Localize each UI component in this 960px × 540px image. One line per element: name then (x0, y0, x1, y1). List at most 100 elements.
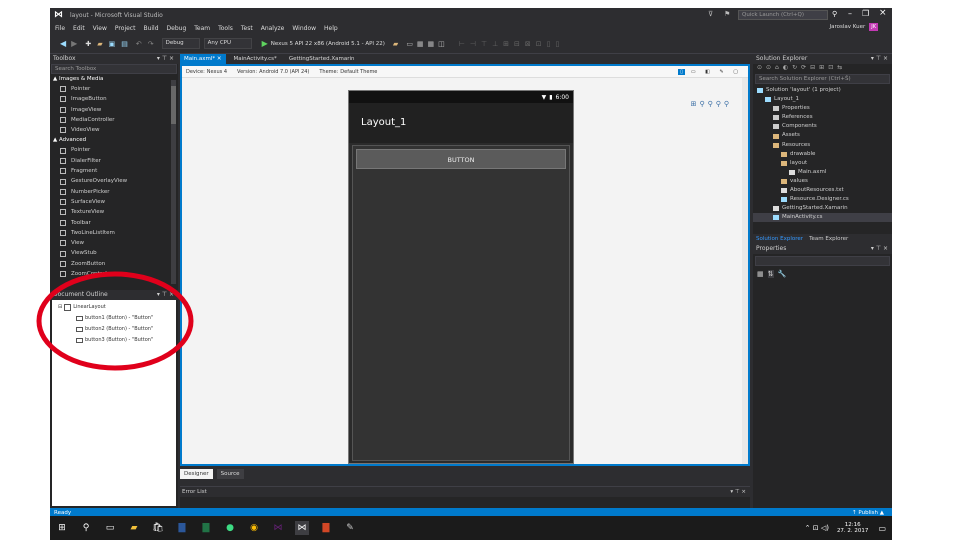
properties-dropdown[interactable] (755, 256, 890, 266)
designer-vscroll[interactable] (742, 78, 748, 464)
se-item[interactable]: values (753, 177, 892, 186)
se-toolbar[interactable]: ⊙⊙⌂◐↻⟳⊟⊞⊡⇆ (753, 64, 892, 74)
toolbox-category[interactable]: ▲ Advanced (50, 135, 178, 145)
filter-icon[interactable]: ⊽ (708, 10, 713, 18)
toolbox-item[interactable]: ImageView (50, 105, 178, 115)
toolbox-item[interactable]: ImageButton (50, 94, 178, 104)
powerpoint-icon[interactable]: ▇ (319, 521, 333, 535)
menu-analyze[interactable]: Analyze (261, 25, 285, 32)
close-button[interactable]: × (879, 8, 887, 18)
save-icon[interactable]: ▣ (109, 40, 116, 48)
designer-tab-designer[interactable]: Designer (180, 468, 213, 479)
undo-icon[interactable]: ↶ (136, 40, 142, 48)
categorized-icon[interactable]: ▦ (757, 270, 764, 278)
se-item[interactable]: References (753, 113, 892, 122)
editor-tab[interactable]: MainActivity.cs* (230, 54, 281, 64)
menu-file[interactable]: File (55, 25, 65, 32)
toolbox-item[interactable]: Fragment (50, 166, 178, 176)
vs-active-icon[interactable]: ⋈ (295, 521, 309, 535)
se-item[interactable]: Layout_1 (753, 95, 892, 104)
run-target[interactable]: Nexus 5 API 22 x86 (Android 5.1 - API 22… (271, 41, 385, 47)
se-item[interactable]: Components (753, 122, 892, 131)
toolbox-item[interactable]: DialerFilter (50, 156, 178, 166)
se-item[interactable]: layout (753, 159, 892, 168)
toolbox-item[interactable]: View (50, 238, 178, 248)
designer-right-icons[interactable]: ▭ ◧ ✎ ▢ (691, 69, 742, 75)
quick-launch-input[interactable]: Quick Launch (Ctrl+Q) (738, 10, 828, 20)
menu-view[interactable]: View (93, 25, 107, 32)
new-project-icon[interactable]: ✚ (85, 40, 91, 48)
more-tool-icons[interactable]: ⊢⊣⊤⊥⊞⊟⊠⊡▯▯ (459, 40, 565, 48)
properties-pin-icon[interactable]: ▾ ⊤ × (871, 244, 888, 254)
save-all-icon[interactable]: ▤ (121, 40, 128, 48)
toolbox-item[interactable]: TextureView (50, 207, 178, 217)
se-item[interactable]: Resources (753, 141, 892, 150)
explorer-icon[interactable]: ▰ (127, 521, 141, 535)
device-dropdown[interactable]: Nexus 4 (207, 69, 227, 75)
toolbox-item[interactable]: Pointer (50, 84, 178, 94)
android-icon[interactable]: ● (223, 521, 237, 535)
menu-team[interactable]: Team (194, 25, 210, 32)
button-1[interactable]: BUTTON (356, 149, 566, 169)
version-dropdown[interactable]: Android 7.0 (API 24) (259, 69, 309, 75)
search-taskbar-icon[interactable]: ⚲ (79, 521, 93, 535)
toolbox-scrollbar[interactable] (171, 80, 176, 284)
open-icon[interactable]: ▰ (97, 40, 102, 48)
clock[interactable]: 12:16 27. 2. 2017 (837, 522, 869, 534)
toolbox-item[interactable]: ViewStub (50, 248, 178, 258)
menu-build[interactable]: Build (143, 25, 158, 32)
se-item[interactable]: Resource.Designer.cs (753, 195, 892, 204)
paint-icon[interactable]: ✎ (343, 521, 357, 535)
se-item[interactable]: AboutResources.txt (753, 186, 892, 195)
toolbox-item[interactable]: VideoView (50, 125, 178, 135)
forward-icon[interactable]: ▶ (71, 39, 77, 48)
se-item[interactable]: MainActivity.cs (753, 213, 892, 223)
se-search-input[interactable]: Search Solution Explorer (Ctrl+Š) (755, 74, 890, 84)
editor-tab[interactable]: Main.axml* ✕ (180, 54, 226, 64)
task-view-icon[interactable]: ▭ (103, 521, 117, 535)
se-item[interactable]: Properties (753, 104, 892, 113)
notifications-icon[interactable]: ▭ (878, 524, 886, 533)
menu-edit[interactable]: Edit (73, 25, 85, 32)
minimize-button[interactable]: – (848, 9, 852, 18)
portrait-icon[interactable]: ▯ (678, 68, 685, 75)
vs-icon[interactable]: ⋈ (271, 521, 285, 535)
toolbox-item[interactable]: TwoLineListItem (50, 228, 178, 238)
pin-icon[interactable]: ▾ ⊤ × (157, 54, 174, 64)
toolbox-item[interactable]: NumberPicker (50, 187, 178, 197)
start-icon[interactable]: ▶ (262, 39, 268, 48)
store-icon[interactable]: 🛍 (151, 521, 165, 535)
toolbox-search-input[interactable]: Search Toolbox (51, 64, 177, 74)
wrench-icon[interactable]: 🔧 (778, 270, 787, 278)
platform-dropdown[interactable]: Any CPU (203, 38, 252, 49)
menu-project[interactable]: Project (115, 25, 136, 32)
toolbox-item[interactable]: Pointer (50, 145, 178, 155)
close-tab-icon[interactable]: ✕ (215, 56, 222, 62)
toolbox-scroll-thumb[interactable] (171, 86, 176, 124)
se-pin-icon[interactable]: ▾ ⊤ × (871, 54, 888, 64)
menu-help[interactable]: Help (324, 25, 338, 32)
menu-tools[interactable]: Tools (218, 25, 233, 32)
se-item[interactable]: Assets (753, 131, 892, 140)
tray-icons[interactable]: ⌃ ⊡ ◁) (805, 524, 829, 532)
chrome-icon[interactable]: ◉ (247, 521, 261, 535)
user-area[interactable]: Jaroslav Kuer JK (830, 23, 887, 31)
config-dropdown[interactable]: Debug (161, 38, 200, 49)
se-item[interactable]: Main.axml (753, 168, 892, 177)
back-icon[interactable]: ◀ (60, 39, 66, 48)
editor-tab[interactable]: GettingStarted.Xamarin (285, 54, 359, 64)
tool-icons[interactable]: ▭▦▦◫ (406, 40, 448, 48)
zoom-controls[interactable]: ⊞⚲⚲⚲⚲ (691, 100, 732, 108)
designer-tab-source[interactable]: Source (216, 468, 244, 479)
theme-dropdown[interactable]: Default Theme (340, 69, 377, 75)
se-tab[interactable]: Team Explorer (809, 236, 848, 242)
windows-start-icon[interactable]: ⊞ (55, 521, 69, 535)
folder-icon[interactable]: ▰ (393, 40, 398, 48)
toolbox-item[interactable]: SurfaceView (50, 197, 178, 207)
restore-button[interactable]: ❐ (862, 9, 869, 18)
toolbox-item[interactable]: GestureOverlayView (50, 176, 178, 186)
menu-debug[interactable]: Debug (167, 25, 187, 32)
word-icon[interactable]: ▇ (175, 521, 189, 535)
se-item[interactable]: drawable (753, 150, 892, 159)
se-item[interactable]: GettingStarted.Xamarin (753, 204, 892, 213)
